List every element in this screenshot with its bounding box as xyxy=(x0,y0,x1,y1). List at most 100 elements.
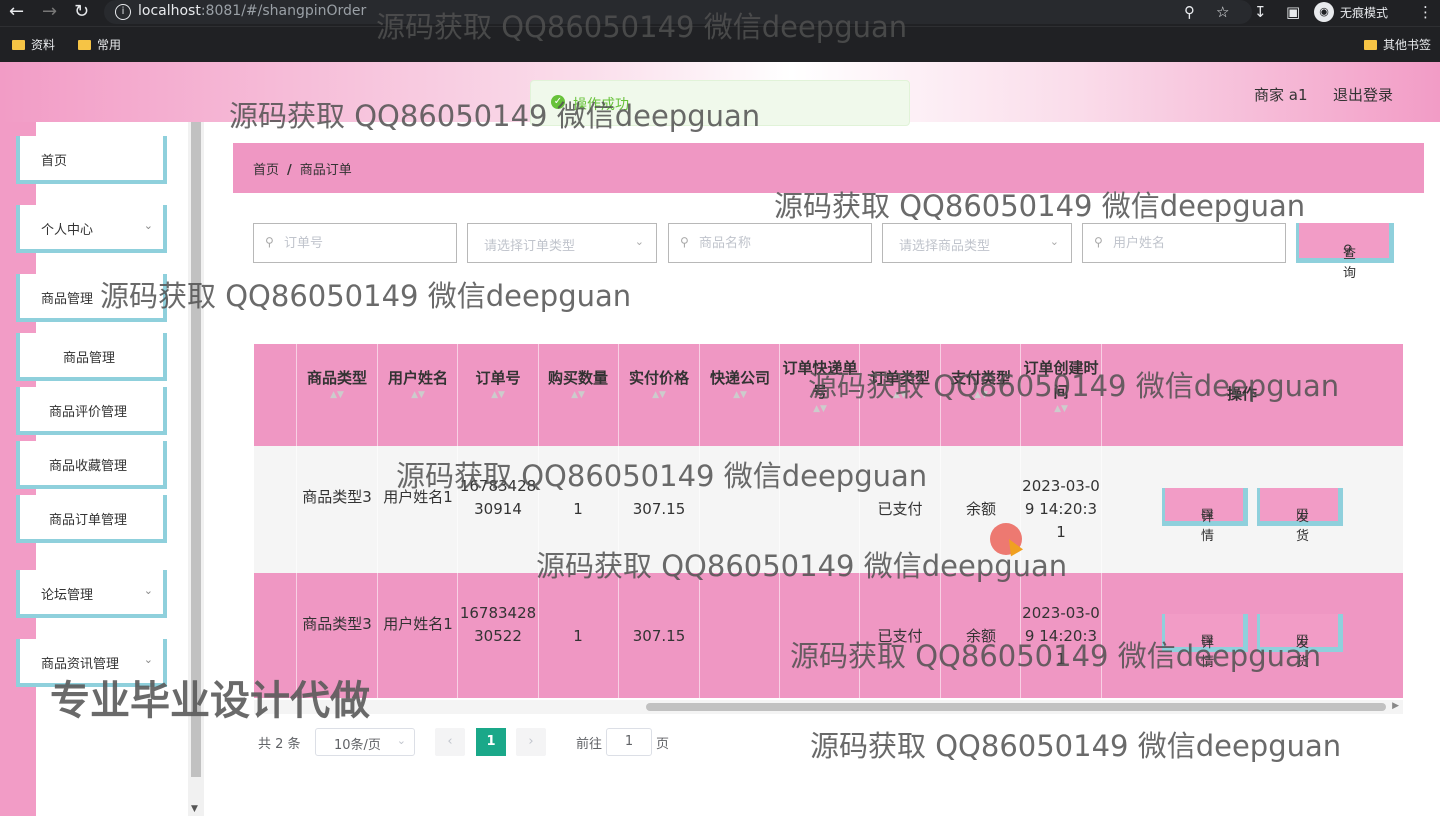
column-divider xyxy=(538,344,539,698)
ship-button[interactable]: ◫ 发货 xyxy=(1257,614,1343,670)
chevron-left-icon: ‹ xyxy=(447,734,453,749)
header-pay-type[interactable]: 支付类型 ▲▼ xyxy=(941,366,1021,400)
sidebar-scrollbar[interactable]: ▼ xyxy=(188,122,204,816)
product-type-placeholder: 请选择商品类型 xyxy=(899,239,991,254)
user-name-input[interactable] xyxy=(1113,224,1275,262)
sidebar-item-product-manage[interactable]: 商品管理 xyxy=(16,333,167,381)
menu-kebab-icon[interactable]: ⋮ xyxy=(1418,3,1433,21)
key-icon[interactable]: ⚲ xyxy=(1184,3,1195,21)
address-bar[interactable]: i localhost:8081/#/shangpinOrder ⚲ ☆ xyxy=(104,0,1252,24)
sort-icon[interactable]: ▲▼ xyxy=(1021,404,1101,414)
product-name-input[interactable] xyxy=(699,224,861,262)
download-icon[interactable]: ↧ xyxy=(1254,3,1267,21)
sort-icon[interactable]: ▲▼ xyxy=(297,390,377,400)
column-divider xyxy=(618,344,619,698)
page-number-current[interactable]: 1 xyxy=(476,728,506,756)
header-label: 订单创建时间 xyxy=(1023,359,1099,401)
chevron-down-icon: ⌄ xyxy=(143,584,153,597)
scrollbar-thumb[interactable] xyxy=(646,703,1386,711)
sidebar-item-order-manage[interactable]: 商品订单管理 xyxy=(16,495,167,543)
other-bookmarks[interactable]: 其他书签 xyxy=(1364,36,1431,53)
site-info-icon[interactable]: i xyxy=(115,4,131,20)
sort-icon[interactable]: ▲▼ xyxy=(538,390,618,400)
chevron-down-icon: ⌄ xyxy=(143,219,153,232)
sidebar-item-label: 商品订单管理 xyxy=(49,513,128,528)
column-divider xyxy=(457,344,458,698)
order-no-input[interactable] xyxy=(284,224,446,262)
breadcrumb-home[interactable]: 首页 xyxy=(253,163,279,178)
sidebar-item-label: 首页 xyxy=(41,154,68,169)
folder-icon xyxy=(1364,39,1377,50)
sidebar-item-favorites-manage[interactable]: 商品收藏管理 xyxy=(16,441,167,489)
detail-button[interactable]: ▤ 详情 xyxy=(1162,488,1248,544)
header-label: 实付价格 xyxy=(628,369,689,387)
query-button[interactable]: 查询 ⚲ xyxy=(1296,223,1394,281)
sidebar-item-home[interactable]: 首页 xyxy=(16,136,167,184)
header-order-type[interactable]: 订单类型 ▲▼ xyxy=(860,366,940,400)
sidepanel-icon[interactable]: ▣ xyxy=(1286,3,1300,21)
star-icon[interactable]: ☆ xyxy=(1216,3,1229,21)
cell-pay-type: 余额 xyxy=(965,627,996,645)
header-label: 商品类型 xyxy=(306,369,367,387)
scroll-down-icon[interactable]: ▼ xyxy=(191,804,198,814)
search-icon: ⚲ xyxy=(1343,243,1353,258)
goto-page-input[interactable]: 1 xyxy=(606,728,652,756)
user-name-field[interactable]: ⚲ xyxy=(1082,223,1286,263)
cell-price: 307.15 xyxy=(632,500,686,518)
sidebar-item-news-manage[interactable]: 商品资讯管理 ⌄ xyxy=(16,639,167,687)
column-divider xyxy=(699,344,700,698)
breadcrumb-current: 商品订单 xyxy=(299,163,352,178)
sort-icon[interactable]: ▲▼ xyxy=(700,390,780,400)
scrollbar-thumb[interactable] xyxy=(191,122,201,777)
sort-icon[interactable]: ▲▼ xyxy=(619,390,699,400)
header-created[interactable]: 订单创建时间 ▲▼ xyxy=(1021,356,1101,414)
sidebar-item-product-admin[interactable]: 商品管理 xyxy=(16,274,167,322)
ship-label: 发货 xyxy=(1296,636,1310,670)
header-quantity[interactable]: 购买数量 ▲▼ xyxy=(538,366,618,400)
sort-icon[interactable]: ▲▼ xyxy=(860,390,940,400)
page-size-select[interactable]: 10条/页 ⌄ xyxy=(315,728,415,756)
sidebar-item-review-manage[interactable]: 商品评价管理 xyxy=(16,387,167,435)
product-type-select[interactable]: 请选择商品类型 ⌄ xyxy=(882,223,1072,263)
sort-icon[interactable]: ▲▼ xyxy=(458,390,538,400)
sidebar-item-label: 商品管理 xyxy=(63,351,116,366)
next-page-button[interactable]: › xyxy=(516,728,546,756)
sort-icon[interactable]: ▲▼ xyxy=(780,404,860,414)
prev-page-button[interactable]: ‹ xyxy=(435,728,465,756)
sidebar-item-label: 商品管理 xyxy=(41,292,94,307)
header-product-type[interactable]: 商品类型 ▲▼ xyxy=(297,366,377,400)
order-type-select[interactable]: 请选择订单类型 ⌄ xyxy=(467,223,657,263)
table-horizontal-scrollbar[interactable]: ▶ xyxy=(254,700,1403,714)
incognito-badge[interactable]: ◉ 无痕模式 xyxy=(1314,1,1388,23)
table-row: 商品类型3 用户姓名1 1678342830522 1 307.15 已支付 余… xyxy=(254,573,1403,698)
header-courier[interactable]: 快递公司 ▲▼ xyxy=(700,366,780,400)
detail-button[interactable]: ▤ 详情 xyxy=(1162,614,1248,670)
forward-icon[interactable]: → xyxy=(42,3,57,21)
cell-product-type: 商品类型3 xyxy=(302,615,372,633)
cell-product-type: 商品类型3 xyxy=(302,488,372,506)
scroll-right-icon[interactable]: ▶ xyxy=(1392,701,1399,711)
logout-link[interactable]: 退出登录 xyxy=(1333,84,1393,105)
header-tracking-no[interactable]: 订单快递单号 ▲▼ xyxy=(780,356,860,414)
incognito-icon: ◉ xyxy=(1314,2,1334,22)
cell-quantity: 1 xyxy=(573,627,583,645)
reload-icon[interactable]: ↻ xyxy=(74,3,89,21)
bookmark-folder-2[interactable]: 常用 xyxy=(78,36,121,53)
header-price[interactable]: 实付价格 ▲▼ xyxy=(619,366,699,400)
chevron-down-icon: ⌄ xyxy=(143,653,153,666)
sort-icon[interactable]: ▲▼ xyxy=(941,390,1021,400)
bookmark-folder-1[interactable]: 资料 xyxy=(12,36,55,53)
header-actions: 操作 xyxy=(1202,382,1282,406)
sidebar-item-forum-manage[interactable]: 论坛管理 ⌄ xyxy=(16,570,167,618)
order-no-field[interactable]: ⚲ xyxy=(253,223,457,263)
sort-icon[interactable]: ▲▼ xyxy=(378,390,458,400)
product-name-field[interactable]: ⚲ xyxy=(668,223,872,263)
sidebar-item-label: 个人中心 xyxy=(41,223,94,238)
header-order-no[interactable]: 订单号 ▲▼ xyxy=(458,366,538,400)
cell-order-type: 已支付 xyxy=(877,500,923,518)
ship-button[interactable]: ◫ 发货 xyxy=(1257,488,1343,544)
header-user-name[interactable]: 用户姓名 ▲▼ xyxy=(378,366,458,400)
sidebar-item-personal-center[interactable]: 个人中心 ⌄ xyxy=(16,205,167,253)
column-divider xyxy=(1020,344,1021,698)
back-icon[interactable]: ← xyxy=(9,3,24,21)
